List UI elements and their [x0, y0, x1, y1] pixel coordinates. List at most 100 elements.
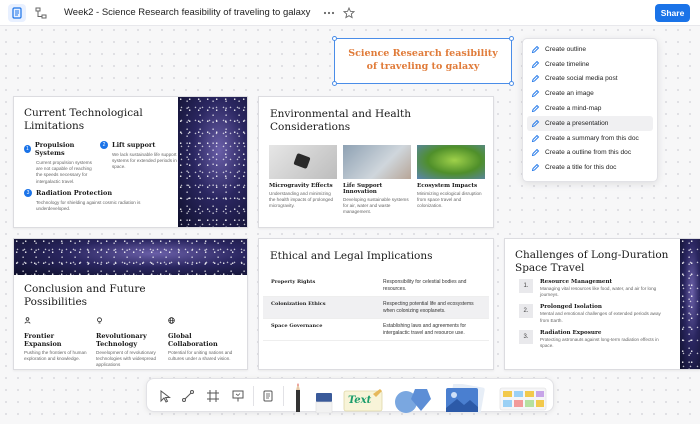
galaxy-image	[178, 97, 247, 227]
row-label: Space Governance	[271, 323, 323, 329]
card-desc: Developing sustainable systems for air, …	[343, 197, 409, 215]
slide-conclusion[interactable]: Conclusion and Future Possibilities Fron…	[13, 238, 248, 370]
bottom-toolbar: Text	[146, 378, 554, 413]
menu-item-label: Create social media post	[545, 75, 618, 83]
lightbulb-icon	[96, 317, 103, 324]
card-title: Ecosystem Impacts	[417, 183, 478, 189]
card-desc: Understanding and minimizing the health …	[269, 191, 334, 209]
number-badge: 3	[24, 189, 32, 197]
microgravity-image	[269, 145, 337, 179]
menu-item-label: Create timeline	[545, 60, 590, 68]
menu-item-create-summary[interactable]: Create a summary from this doc	[527, 131, 653, 146]
table-row: Property Rights Responsibility for celes…	[263, 275, 489, 297]
frame-tool-icon[interactable]	[205, 388, 221, 404]
image-tool-icon[interactable]	[443, 384, 487, 413]
point-item: 1 Propulsion Systems Current propulsion s…	[24, 141, 96, 185]
document-icon[interactable]	[8, 3, 26, 22]
number-badge: 2	[100, 141, 108, 149]
pen-icon	[531, 60, 540, 69]
select-tool-icon[interactable]	[157, 388, 173, 404]
item-desc: Mental and emotional challenges of exten…	[540, 311, 661, 323]
number-badge: 1	[24, 145, 31, 153]
selected-title-text[interactable]: Science Research feasibility of travelin…	[345, 48, 501, 74]
top-bar: Week2 - Science Research feasibility of …	[0, 0, 700, 26]
row-value: Respecting potential life and ecosystems…	[383, 301, 474, 314]
challenges-list: 1. Resource Management Managing vital res…	[519, 279, 669, 355]
item-desc: Managing vital resources like food, wate…	[540, 286, 657, 298]
card-title: Life Support Innovation	[343, 183, 383, 195]
point-item: 2 Lift support We lack sustainable life s…	[100, 141, 178, 171]
point-desc: We lack sustainable life support systems…	[112, 152, 177, 170]
conclusion-item: Revolutionary Technology Development of …	[96, 311, 162, 369]
item-title: Prolonged Isolation	[540, 304, 602, 311]
menu-item-label: Create an image	[545, 90, 594, 98]
template-tool-icon[interactable]	[499, 387, 547, 411]
slide-current-tech-limitations[interactable]: Current Technological Limitations 1 Propu…	[13, 96, 248, 228]
item-desc: Development of revolutionary technologie…	[96, 350, 157, 368]
menu-item-create-mind-map[interactable]: Create a mind-map	[527, 101, 653, 116]
row-value: Responsibility for celestial bodies and …	[383, 279, 467, 292]
globe-icon	[168, 317, 175, 324]
slide-challenges[interactable]: Challenges of Long-Duration Space Travel…	[504, 238, 700, 370]
menu-item-create-outline-from-doc[interactable]: Create a outline from this doc	[527, 146, 653, 161]
card-item: Ecosystem Impacts Minimizing ecological …	[417, 145, 485, 210]
item-desc: Pushing the frontiers of human explorati…	[24, 350, 87, 362]
selected-text-block[interactable]: Science Research feasibility of travelin…	[332, 36, 514, 86]
slide-ethical-legal[interactable]: Ethical and Legal Implications Property …	[258, 238, 494, 370]
slide-title: Conclusion and Future Possibilities	[24, 283, 146, 308]
card-item: Microgravity Effects Understanding and m…	[269, 145, 337, 210]
card-desc: Minimizing ecological disruption from sp…	[417, 191, 482, 209]
pen-icon	[531, 148, 540, 157]
menu-item-create-social-post[interactable]: Create social media post	[527, 72, 653, 87]
slide-title: Challenges of Long-Duration Space Travel	[515, 249, 669, 274]
menu-item-create-presentation[interactable]: Create a presentation	[527, 115, 653, 131]
menu-item-create-title[interactable]: Create a title for this doc	[527, 160, 653, 175]
menu-item-label: Create a outline from this doc	[545, 149, 632, 157]
item-number: 2.	[519, 304, 533, 319]
slide-environmental-health[interactable]: Environmental and Health Considerations …	[258, 96, 494, 228]
text-sticker-label: Text	[348, 395, 372, 406]
ai-action-menu: Create outline Create timeline Create so…	[522, 38, 658, 182]
item-title: Global Collaboration	[168, 332, 218, 348]
list-item: 2. Prolonged Isolation Mental and emotion…	[519, 304, 669, 323]
pen-icon	[531, 89, 540, 98]
note-tool-icon[interactable]	[260, 388, 276, 404]
more-options-icon[interactable]	[322, 6, 336, 20]
item-number: 1.	[519, 279, 533, 293]
life-support-image	[343, 145, 411, 179]
item-desc: Protecting astronauts against long-term …	[540, 336, 659, 348]
implications-table: Property Rights Responsibility for celes…	[263, 275, 489, 341]
point-title: Propulsion Systems	[34, 141, 75, 157]
toolbar-divider	[283, 386, 284, 406]
resize-handle[interactable]	[509, 81, 514, 86]
galaxy-image	[680, 239, 700, 369]
item-title: Revolutionary Technology	[96, 332, 147, 348]
menu-item-label: Create outline	[545, 45, 587, 53]
document-title[interactable]: Week2 - Science Research feasibility of …	[64, 7, 310, 18]
shapes-tool-icon[interactable]	[393, 385, 433, 413]
menu-item-create-outline[interactable]: Create outline	[527, 42, 653, 57]
item-title: Radiation Exposure	[540, 329, 602, 336]
resize-handle[interactable]	[332, 36, 337, 41]
resize-handle[interactable]	[332, 81, 337, 86]
share-button[interactable]: Share	[655, 4, 690, 22]
pen-tool-icon[interactable]	[293, 382, 303, 412]
menu-item-label: Create a title for this doc	[545, 164, 617, 172]
conclusion-item: Global Collaboration Potential for uniti…	[168, 311, 240, 362]
star-icon[interactable]	[342, 6, 356, 20]
pen-icon	[531, 45, 540, 54]
ecosystem-image	[417, 145, 485, 179]
connector-tool-icon[interactable]	[180, 388, 196, 404]
point-title: Radiation Protection	[36, 189, 113, 197]
table-row: Colonization Ethics Respecting potential…	[263, 297, 489, 319]
menu-item-create-timeline[interactable]: Create timeline	[527, 57, 653, 72]
resize-handle[interactable]	[509, 36, 514, 41]
eraser-tool-icon[interactable]	[313, 391, 335, 413]
star-trails-image	[14, 239, 247, 275]
list-item: 3. Radiation Exposure Protecting astronau…	[519, 329, 669, 349]
toolbar-divider	[253, 386, 254, 406]
text-sticker-tool-icon[interactable]: Text	[343, 388, 385, 412]
flowchart-icon[interactable]	[32, 4, 50, 22]
presentation-tool-icon[interactable]	[230, 388, 246, 404]
menu-item-create-image[interactable]: Create an image	[527, 86, 653, 101]
